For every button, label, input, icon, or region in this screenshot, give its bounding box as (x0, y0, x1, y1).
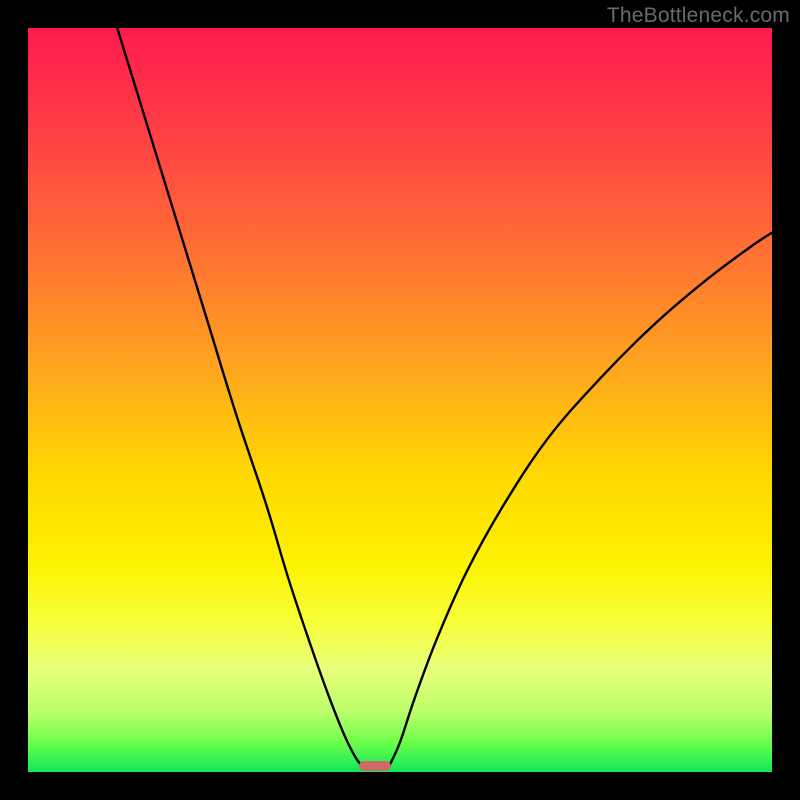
left-curve (117, 28, 363, 767)
chart-frame: TheBottleneck.com (0, 0, 800, 800)
bottleneck-marker (359, 761, 391, 771)
watermark-text: TheBottleneck.com (607, 4, 790, 28)
plot-area (28, 28, 772, 772)
curve-layer (28, 28, 772, 772)
right-curve (389, 233, 772, 767)
